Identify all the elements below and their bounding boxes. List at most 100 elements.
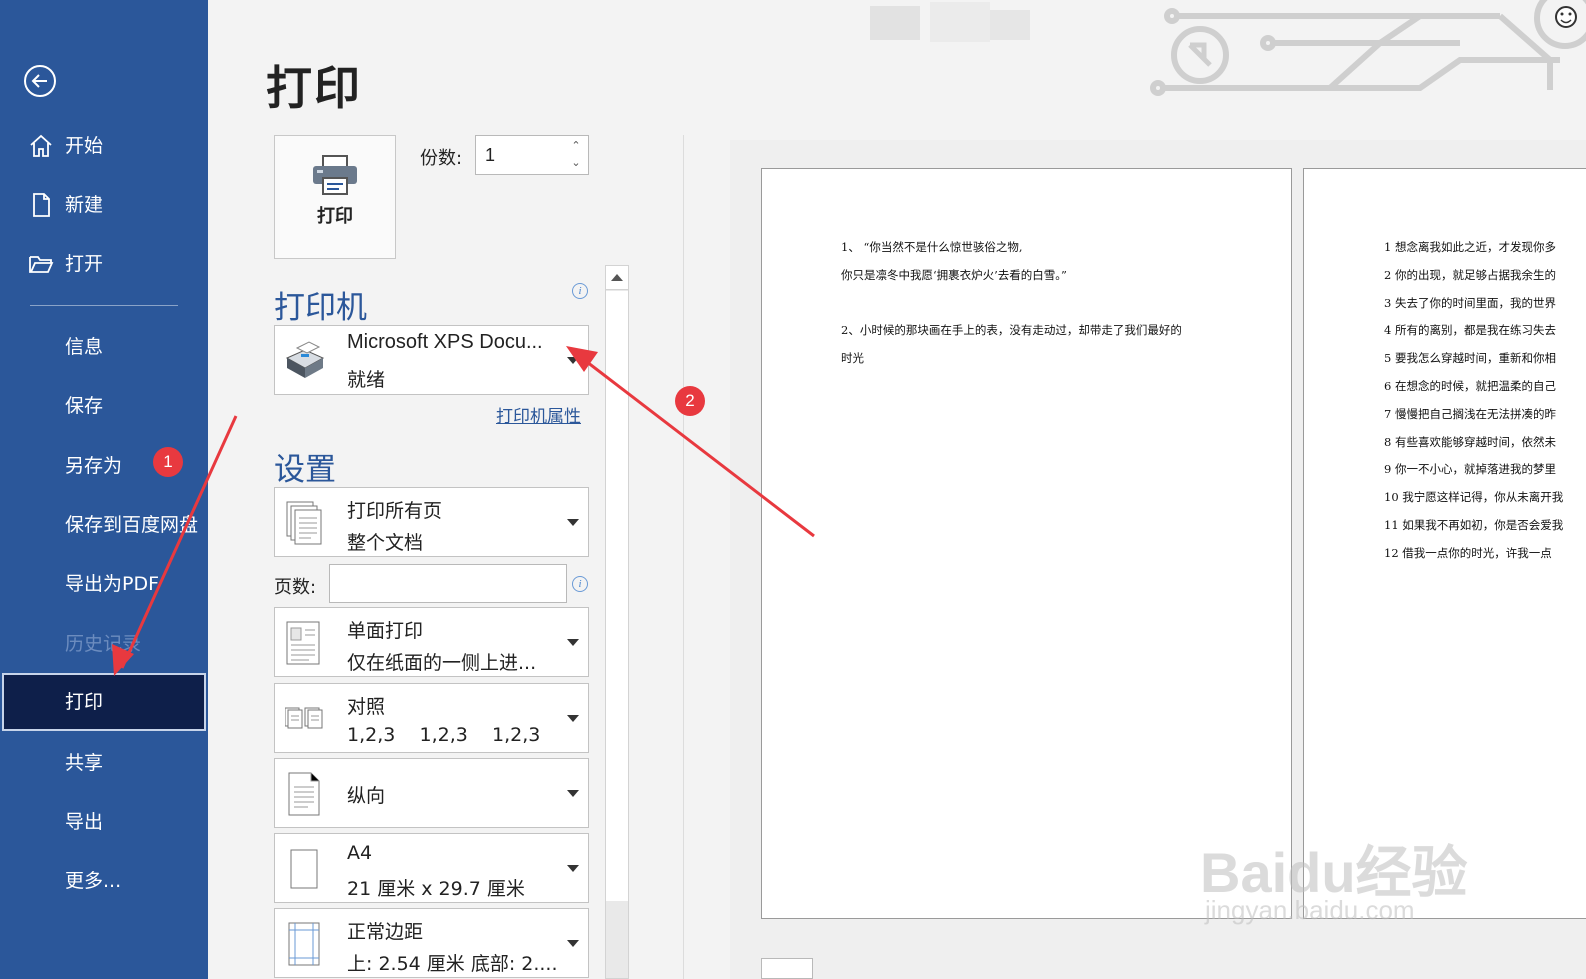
page-line: 9 你一不小心，就掉落进我的梦里 [1384,462,1556,476]
chevron-down-icon[interactable]: ⌄ [570,157,582,169]
page-title: 打印 [266,61,362,115]
nav-item-info[interactable]: 信息 [0,319,208,375]
page-line: 时光 [841,351,864,365]
smiley-icon [1555,6,1577,28]
nav-item-home[interactable]: 开始 [0,118,208,174]
dropdown-primary: 对照 [347,696,386,718]
page-line: 6 在想念的时候，就把温柔的自己 [1384,379,1556,393]
nav-item-label: 另存为 [65,455,123,477]
page-line: 1 想念离我如此之近，才发现你多 [1384,240,1556,254]
copies-label: 份数: [420,148,463,169]
nav-item-label: 历史记录 [65,633,142,655]
printer-heading: 打印机 [274,290,367,326]
panel-divider [683,135,684,979]
nav-item-more[interactable]: 更多... [0,853,208,909]
dropdown-primary: 正常边距 [347,921,424,943]
nav-item-new[interactable]: 新建 [0,177,208,233]
print-button-label: 打印 [317,206,353,227]
watermark-url: jingyan.baidu.com [1205,895,1415,925]
nav-item-save[interactable]: 保存 [0,378,208,434]
nav-item-share[interactable]: 共享 [0,735,208,791]
nav-item-label: 导出 [65,811,104,833]
copies-stepper[interactable]: 1 ⌃ ⌄ [475,135,589,175]
sides-dropdown[interactable]: 单面打印 仅在纸面的一侧上进... [274,607,589,677]
page-line: 8 有些喜欢能够穿越时间，依然未 [1384,435,1556,449]
step-badge: 1 [153,447,183,477]
circuit-decoration [870,0,1586,96]
all-pages-icon [286,501,322,545]
page-navigator[interactable] [761,958,813,979]
portrait-icon [288,772,320,816]
nav-item-label: 新建 [65,194,104,216]
pages-input[interactable] [329,564,567,603]
dropdown-primary: A4 [347,842,373,864]
printer-icon [313,155,357,195]
preview-page: 1、 “你当然不是什么惊世骇俗之物, 你只是凛冬中我愿‘拥裹衣炉火’去看的白雪。… [761,168,1292,919]
paper-size-icon [290,849,318,889]
home-icon [30,134,52,157]
margins-icon [288,922,320,966]
nav-item-label: 开始 [65,135,104,157]
printer-name: Microsoft XPS Docu... [347,331,543,353]
nav-item-open[interactable]: 打开 [0,236,208,292]
chevron-down-icon [567,715,579,722]
dropdown-secondary: 上: 2.54 厘米 底部: 2.... [347,953,558,975]
chevron-down-icon [567,790,579,797]
page-line: 2、小时候的那块画在手上的表，没有走动过，却带走了我们最好的 [841,323,1182,337]
printer-select[interactable]: Microsoft XPS Docu... 就绪 [274,325,589,395]
settings-heading: 设置 [274,452,336,488]
dropdown-secondary: 1,2,3 1,2,3 1,2,3 [347,724,541,746]
dropdown-primary: 单面打印 [347,620,424,642]
collated-icon [285,707,323,729]
margins-dropdown[interactable]: 正常边距 上: 2.54 厘米 底部: 2.... [274,908,589,978]
page-line: 11 如果我不再如初，你是否会爱我 [1384,518,1564,532]
chevron-up-icon[interactable]: ⌃ [570,140,582,152]
chevron-down-icon [567,519,579,526]
open-folder-icon [29,256,54,273]
nav-item-label: 打印 [65,691,104,713]
nav-item-label: 保存 [65,395,104,417]
chevron-down-icon [567,940,579,947]
scroll-up-icon[interactable] [606,266,628,290]
info-icon[interactable]: i [572,283,588,299]
copies-value: 1 [485,145,496,165]
scroll-thumb[interactable] [606,291,628,901]
page-line: 3 失去了你的时间里面，我的世界 [1384,296,1556,310]
page-line: 5 要我怎么穿越时间，重新和你相 [1384,351,1556,365]
nav-item-label: 导出为PDF [65,573,160,595]
nav-item-export[interactable]: 导出 [0,794,208,850]
dropdown-secondary: 仅在纸面的一侧上进... [347,652,537,674]
nav-item-label: 打开 [65,253,104,275]
chevron-down-icon [567,865,579,872]
settings-scrollbar[interactable] [605,265,629,979]
nav-item-label: 更多... [65,870,122,892]
backstage-nav: 开始 新建 打开 信息 保存 另存为 保存到百度网盘 导出为PDF 历史记录 打… [0,0,208,979]
step-badge: 2 [675,386,705,416]
info-icon[interactable]: i [572,576,588,592]
back-arrow-icon[interactable] [24,65,56,97]
orientation-dropdown[interactable]: 纵向 [274,758,589,828]
nav-item-export-pdf[interactable]: 导出为PDF [0,556,208,612]
dropdown-primary: 打印所有页 [347,500,443,522]
paper-size-dropdown[interactable]: A4 21 厘米 x 29.7 厘米 [274,833,589,903]
printer-status: 就绪 [347,369,386,391]
one-sided-icon [286,621,320,665]
nav-item-history: 历史记录 [0,616,208,672]
collation-dropdown[interactable]: 对照 1,2,3 1,2,3 1,2,3 [274,683,589,753]
nav-item-print[interactable]: 打印 [2,673,206,731]
printer-device-icon [285,341,325,378]
page-line: 12 借我一点你的时光，许我一点 [1384,546,1552,560]
nav-item-label: 信息 [65,336,104,358]
dropdown-secondary: 21 厘米 x 29.7 厘米 [347,878,525,900]
pages-label: 页数: [274,577,317,598]
print-range-dropdown[interactable]: 打印所有页 整个文档 [274,487,589,557]
new-document-icon [33,193,50,217]
nav-divider [30,305,178,306]
print-button[interactable]: 打印 [274,135,396,259]
page-line: 你只是凛冬中我愿‘拥裹衣炉火’去看的白雪。” [841,268,1067,282]
page-line: 10 我宁愿这样记得，你从未离开我 [1384,490,1564,504]
printer-properties-link[interactable]: 打印机属性 [496,402,581,427]
nav-item-save-to-baidu[interactable]: 保存到百度网盘 [0,497,208,553]
dropdown-primary: 纵向 [347,785,386,807]
chevron-down-icon [567,639,579,646]
